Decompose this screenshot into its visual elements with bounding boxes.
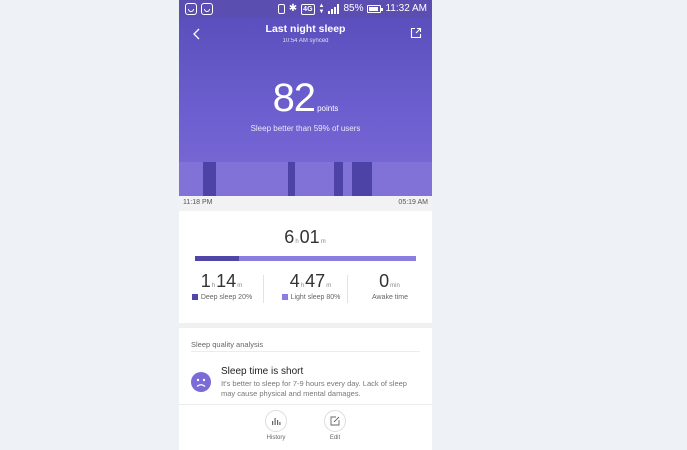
deep-hours: 1 [200,271,211,291]
total-sleep-duration: 6h01m [179,227,432,248]
status-bar: ✱ 4G ▲ ▼ 85% 11:32 AM [179,0,432,18]
score-value: 82 [272,76,316,120]
deep-sleep-segment [203,162,216,196]
history-button[interactable]: History [256,410,296,441]
sleep-stage-chart[interactable] [179,162,432,196]
analysis-title: Sleep quality analysis [191,340,264,349]
divider [191,351,420,352]
bar-chart-icon [272,418,281,425]
light-hours: 4 [289,271,300,291]
deep-minutes: 14 [216,271,237,291]
score-comparison: Sleep better than 59% of users [250,124,361,133]
sleep-end-time: 05:19 AM [398,199,428,206]
minute-unit: m [320,239,326,245]
edit-icon-wrap[interactable] [324,410,346,432]
light-sleep-stat: 4h47m Light sleep 80% [271,271,351,301]
deep-sleep-stat: 1h14m Deep sleep 20% [187,271,257,301]
total-minutes: 01 [299,227,320,247]
bluetooth-icon: ✱ [288,3,298,14]
sleep-start-time: 11:18 PM [183,199,213,206]
light-sleep-label: Light sleep 80% [290,294,341,301]
total-hours: 6 [284,227,295,247]
edit-button[interactable]: Edit [315,410,355,441]
network-type: 4G [301,3,315,15]
app-notification-icon [201,3,213,15]
light-minutes: 47 [305,271,326,291]
edit-icon [330,416,340,426]
deep-sleep-label: Deep sleep 20% [200,294,253,301]
sleep-ratio-bar [195,256,416,261]
sleep-summary-card: 6h01m 1h14m Deep sleep 20% 4h47m Light s… [179,211,432,323]
divider [263,275,264,303]
deep-sleep-segment [352,162,372,196]
history-icon-wrap[interactable] [265,410,287,432]
clock: 11:32 AM [385,3,427,14]
light-sleep-area [179,162,432,196]
awake-minutes: 0 [379,271,390,291]
sleep-header: Last night sleep 10:54 AM synced 82 point… [179,18,432,196]
deep-sleep-segment [334,162,343,196]
bottom-action-bar: History Edit [179,404,432,450]
deep-sleep-segment [288,162,295,196]
divider [347,275,348,303]
sleep-score: 82 points [179,78,432,118]
deep-sleep-fill [195,256,240,261]
analysis-description: It's better to sleep for 7-9 hours every… [221,379,407,398]
score-unit: points [317,104,339,113]
app-notification-icon [185,3,197,15]
battery-percent: 85% [343,3,364,14]
deep-sleep-swatch [191,294,198,300]
signal-icon [328,4,340,14]
edit-label: Edit [329,435,341,441]
awake-unit: min [390,283,400,289]
awake-time-stat: 0min Awake time [355,271,425,301]
page-title: Last night sleep [265,23,346,35]
vibrate-icon [277,4,285,14]
history-label: History [266,435,286,441]
awake-time-label: Awake time [371,294,409,301]
analysis-headline: Sleep time is short [221,366,304,377]
phone-screen: ✱ 4G ▲ ▼ 85% 11:32 AM Last night sleep 10… [179,0,432,450]
chart-time-range: 11:18 PM 05:19 AM [179,196,432,211]
battery-icon [367,5,384,13]
data-arrows-icon: ▲ ▼ [318,3,325,15]
light-sleep-swatch [281,294,288,300]
sync-status: 10:54 AM synced [282,38,329,44]
hour-unit: h [295,239,299,245]
share-icon[interactable] [410,27,422,39]
sad-face-icon [191,372,211,392]
